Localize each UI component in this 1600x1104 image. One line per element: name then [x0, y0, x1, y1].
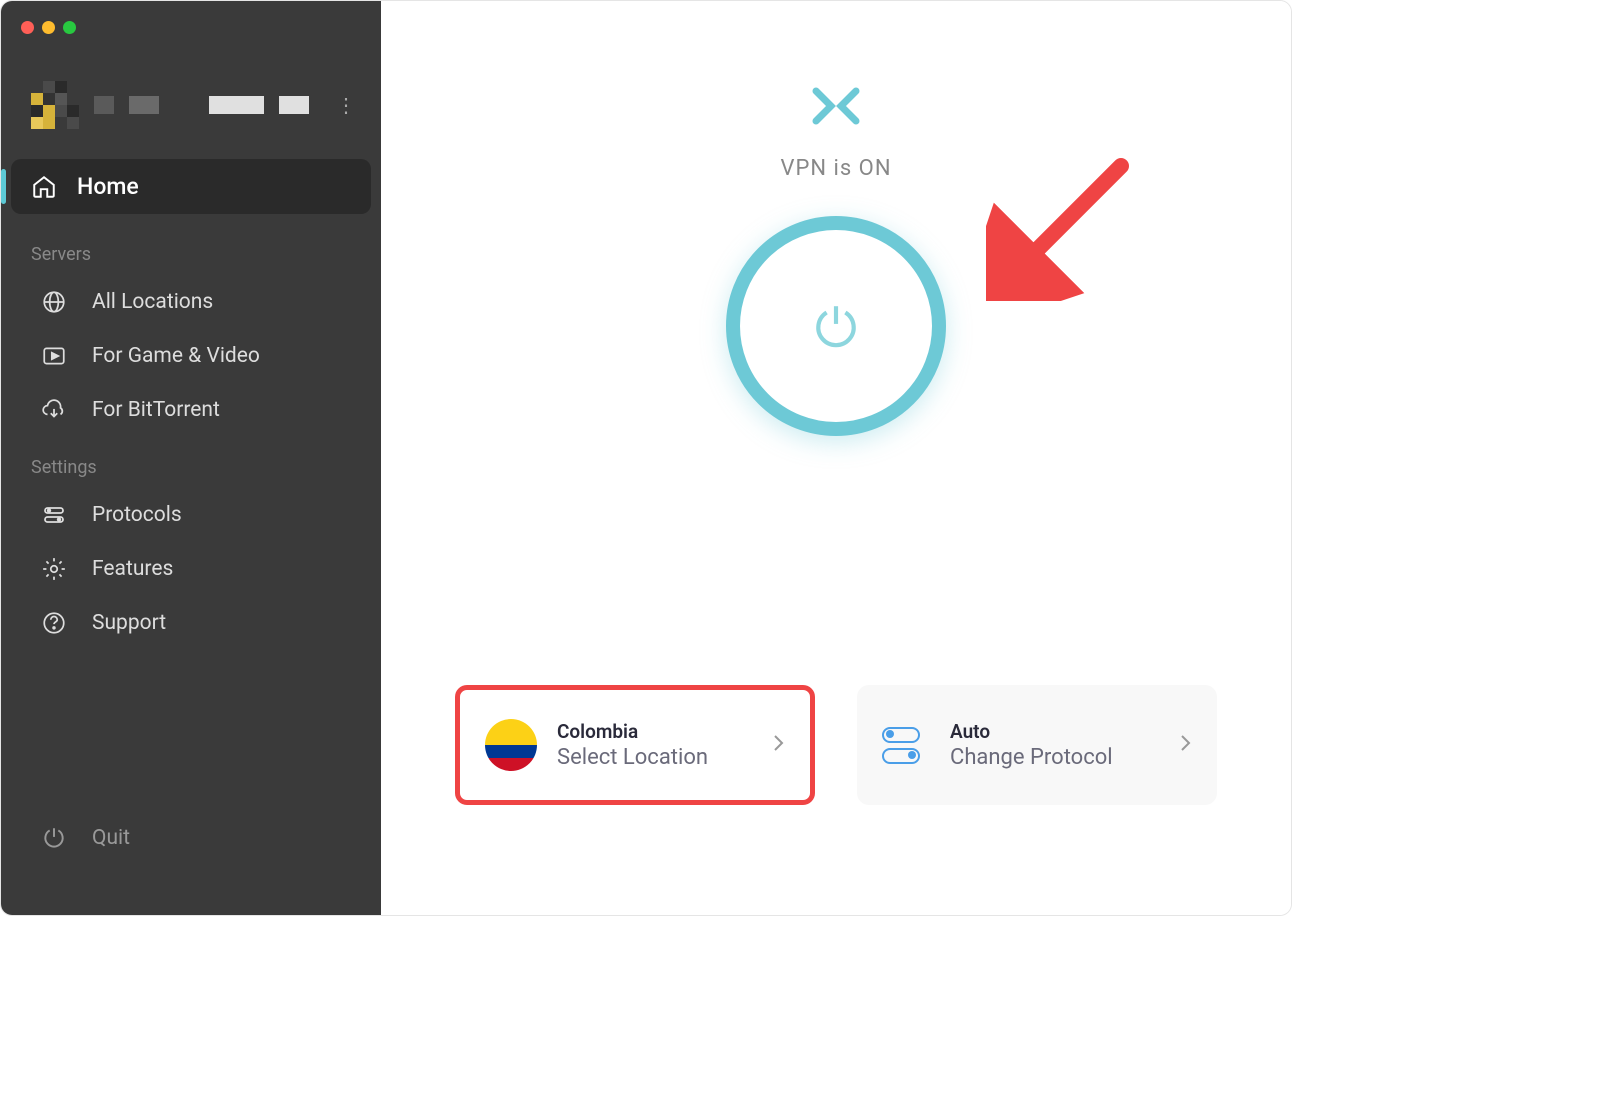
sidebar-features-label: Features — [92, 557, 173, 581]
sidebar-item-all-locations[interactable]: All Locations — [1, 275, 381, 329]
home-icon — [31, 174, 57, 200]
protocol-title: Auto — [950, 720, 1160, 743]
toggles-icon — [41, 502, 67, 528]
window-controls — [21, 21, 76, 34]
sidebar-item-protocols[interactable]: Protocols — [1, 488, 381, 542]
protocol-toggle-icon — [882, 725, 930, 765]
location-subtitle: Select Location — [557, 745, 753, 770]
sidebar: ⋮ Home Servers All Locations — [1, 1, 381, 915]
location-card-text: Colombia Select Location — [557, 720, 753, 770]
help-icon — [41, 610, 67, 636]
sidebar-protocols-label: Protocols — [92, 503, 182, 527]
avatar — [31, 81, 79, 129]
section-header-servers: Servers — [1, 224, 381, 275]
close-window-button[interactable] — [21, 21, 34, 34]
main-content: VPN is ON Col — [381, 1, 1291, 915]
maximize-window-button[interactable] — [63, 21, 76, 34]
cards-row: Colombia Select Location Auto Change Pro… — [455, 685, 1217, 805]
sidebar-quit-label: Quit — [92, 826, 130, 850]
profile-section: ⋮ — [1, 61, 381, 149]
profile-text-redacted — [94, 96, 309, 114]
power-toggle-button[interactable] — [726, 216, 946, 436]
sidebar-item-quit[interactable]: Quit — [1, 811, 381, 865]
change-protocol-card[interactable]: Auto Change Protocol — [857, 685, 1217, 805]
sidebar-item-game-video[interactable]: For Game & Video — [1, 329, 381, 383]
chevron-right-icon — [1180, 733, 1192, 757]
power-button-container — [726, 216, 946, 436]
protocol-subtitle: Change Protocol — [950, 745, 1160, 770]
cloud-download-icon — [41, 397, 67, 423]
globe-icon — [41, 289, 67, 315]
sidebar-bittorrent-label: For BitTorrent — [92, 398, 220, 422]
sidebar-item-home[interactable]: Home — [11, 159, 371, 214]
chevron-right-icon — [773, 733, 785, 757]
annotation-arrow-icon — [986, 151, 1136, 301]
power-icon — [41, 825, 67, 851]
minimize-window-button[interactable] — [42, 21, 55, 34]
sidebar-item-features[interactable]: Features — [1, 542, 381, 596]
sidebar-support-label: Support — [92, 611, 166, 635]
sidebar-item-bittorrent[interactable]: For BitTorrent — [1, 383, 381, 437]
location-title: Colombia — [557, 720, 753, 743]
gear-icon — [41, 556, 67, 582]
select-location-card[interactable]: Colombia Select Location — [455, 685, 815, 805]
sidebar-game-video-label: For Game & Video — [92, 344, 260, 368]
play-icon — [41, 343, 67, 369]
colombia-flag-icon — [485, 719, 537, 771]
vpn-status-text: VPN is ON — [780, 156, 891, 181]
sidebar-all-locations-label: All Locations — [92, 290, 213, 314]
protocol-card-text: Auto Change Protocol — [950, 720, 1160, 770]
power-icon — [811, 301, 861, 351]
sidebar-home-label: Home — [77, 173, 139, 200]
more-menu-icon[interactable]: ⋮ — [336, 93, 356, 117]
app-logo-icon — [811, 86, 861, 126]
section-header-settings: Settings — [1, 437, 381, 488]
sidebar-item-support[interactable]: Support — [1, 596, 381, 650]
